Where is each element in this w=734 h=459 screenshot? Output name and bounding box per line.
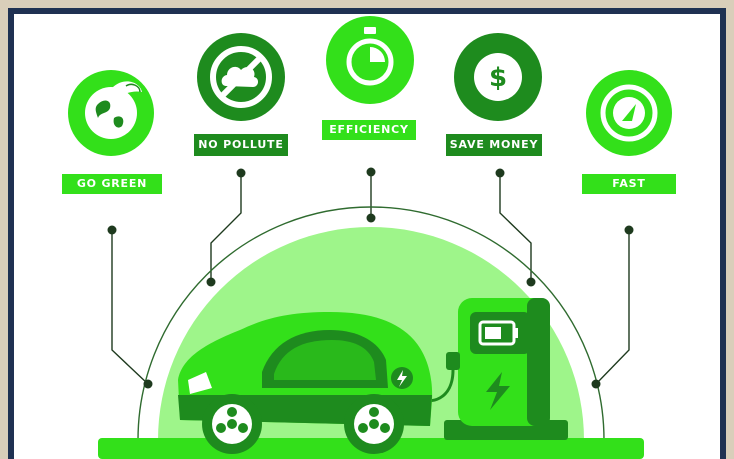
dot-save-money-end xyxy=(526,277,536,287)
dollar-coin-icon: $ xyxy=(454,33,542,121)
dot-fast-end xyxy=(591,379,601,389)
svg-text:$: $ xyxy=(489,63,507,93)
speedometer-icon xyxy=(586,70,672,156)
dot-fast-top xyxy=(624,225,634,235)
leaf-globe-icon xyxy=(68,70,154,156)
label-go-green: GO GREEN xyxy=(76,177,148,190)
dot-save-money-top xyxy=(495,168,505,178)
connector-go-green xyxy=(111,230,149,385)
no-pollution-icon xyxy=(197,33,285,121)
dot-go-green-top xyxy=(107,225,117,235)
dot-efficiency-top xyxy=(366,167,376,177)
infographic-canvas: $ GO GREEN NO POLLUTE EFFICIENCY SAVE MO… xyxy=(14,14,720,459)
stopwatch-icon xyxy=(326,16,414,104)
dot-go-green-end xyxy=(143,379,153,389)
label-no-pollute: NO POLLUTE xyxy=(198,138,284,151)
dot-no-pollute-top xyxy=(236,168,246,178)
infographic-svg: $ xyxy=(62,16,676,459)
dot-no-pollute-end xyxy=(206,277,216,287)
label-save-money: SAVE MONEY xyxy=(449,138,539,151)
label-fast: FAST xyxy=(612,177,646,190)
dot-efficiency-end xyxy=(366,213,376,223)
front-wheel xyxy=(202,394,262,454)
label-efficiency: EFFICIENCY xyxy=(329,123,409,136)
connector-fast xyxy=(595,230,630,385)
rear-wheel xyxy=(344,394,404,454)
